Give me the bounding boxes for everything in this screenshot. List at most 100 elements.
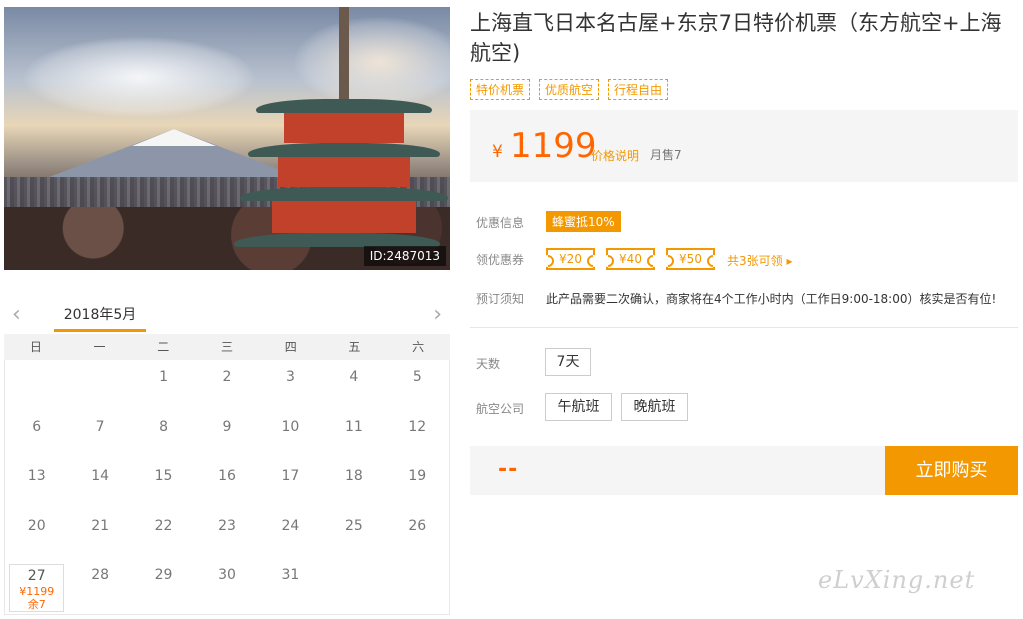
calendar-day-remaining: 余7 [27,598,46,611]
tag: 优质航空 [539,79,600,100]
calendar-day[interactable]: 31 [259,558,322,614]
calendar-day-number: 11 [344,418,363,435]
cloud [24,37,254,117]
pagoda-roof [256,99,432,113]
pagoda-tier [278,157,410,187]
calendar-day[interactable]: 14 [68,459,131,509]
calendar-day-number: 8 [159,418,169,435]
buy-bar: -- 立即购买 [470,446,1018,495]
calendar-day[interactable]: 13 [5,459,68,509]
calendar-day[interactable]: 7 [68,410,131,460]
pagoda-roof [240,187,448,201]
calendar-day[interactable]: 24 [259,509,322,559]
pagoda-spire [339,7,349,102]
calendar-day[interactable]: 21 [68,509,131,559]
calendar-day[interactable]: 18 [322,459,385,509]
chevron-right-icon[interactable]: › [433,302,442,327]
calendar-day[interactable]: 22 [132,509,195,559]
calendar-day-number: 12 [408,418,427,435]
days-option-7[interactable]: 7天 [545,348,591,376]
calendar-day-number: 14 [91,468,110,484]
price-explain-link[interactable]: 价格说明 [591,147,639,164]
airline-option-noon[interactable]: 午航班 [545,393,612,421]
calendar-day[interactable]: 2 [195,360,258,410]
weekday: 三 [220,340,233,354]
days-label: 天数 [476,357,501,371]
coupon-40[interactable]: ¥40 [606,248,655,270]
calendar-day-number: 18 [344,468,363,484]
price-currency: ¥ [492,142,503,162]
calendar-day-number: 10 [281,418,300,435]
weekday: 二 [157,340,170,354]
calendar-day[interactable]: 12 [386,410,449,460]
weekday: 四 [284,340,297,354]
calendar-day[interactable]: 5 [386,360,449,410]
pagoda [234,7,448,270]
weekday: 一 [93,340,106,354]
calendar-day-number: 19 [408,468,427,484]
calendar-day[interactable]: 30 [195,558,258,614]
calendar-day-number: 7 [95,418,105,435]
calendar-day[interactable]: 26 [386,509,449,559]
calendar-day-number: 20 [27,517,46,534]
calendar-day[interactable]: 19 [386,459,449,509]
mountain-snow [132,129,216,146]
calendar-day-number: 17 [281,468,300,484]
calendar-day-available[interactable]: 27 ¥1199 余7 [9,564,65,612]
calendar-day[interactable]: 6 [5,410,68,460]
calendar-day-number: 24 [281,517,300,534]
coupon-20[interactable]: ¥20 [546,248,595,270]
calendar-day[interactable]: 20 [5,509,68,559]
calendar-day[interactable]: 1 [132,360,195,410]
coupon-claim-link[interactable]: 共3张可领 ▸ [727,252,792,269]
calendar-day-number: 31 [281,567,300,583]
airline-label: 航空公司 [476,402,525,416]
calendar-grid: 1 2 3 4 5 6 7 8 9 10 11 12 13 14 15 16 17 18 19 20 21 22 23 24 2… [4,360,450,615]
calendar-day-number: 13 [27,468,46,484]
calendar-day-number: 26 [408,517,427,534]
calendar-day[interactable]: 28 [68,558,131,614]
calendar-day[interactable]: 17 [259,459,322,509]
calendar-month-tab[interactable]: 2018年5月 [54,304,146,332]
calendar-day-number: 28 [91,567,110,583]
calendar-day-number: 23 [218,517,236,534]
product-tags: 特价机票 优质航空 行程自由 [470,79,669,100]
discount-label: 优惠信息 [476,216,525,230]
calendar-day-number: 2 [222,369,232,385]
calendar-day-number: 3 [285,369,295,385]
calendar-day-number: 30 [218,567,236,583]
notice-label: 预订须知 [476,292,525,306]
calendar-day[interactable]: 25 [322,509,385,559]
calendar-day[interactable]: 16 [195,459,258,509]
calendar-day[interactable]: 11 [322,410,385,460]
calendar-day[interactable]: 10 [259,410,322,460]
coupon-50[interactable]: ¥50 [666,248,715,270]
calendar-day[interactable]: 4 [322,360,385,410]
total-price: -- [498,457,519,482]
watermark: eLvXing.net [818,566,976,594]
calendar-day-price: ¥1199 [19,585,55,598]
calendar-day-number: 5 [412,369,422,385]
calendar-day-number: 9 [222,418,232,435]
calendar-day-number: 6 [32,418,42,435]
calendar-day[interactable]: 29 [132,558,195,614]
calendar-day[interactable]: 23 [195,509,258,559]
calendar-day[interactable]: 3 [259,360,322,410]
chevron-left-icon[interactable]: ‹ [12,302,21,327]
airline-option-evening[interactable]: 晚航班 [621,393,688,421]
calendar-day[interactable]: 9 [195,410,258,460]
buy-now-button[interactable]: 立即购买 [885,446,1018,495]
calendar-header: ‹ 2018年5月 › [4,296,450,336]
tag: 特价机票 [470,79,531,100]
pagoda-tier [272,201,416,233]
calendar-weekdays: 日 一 二 三 四 五 六 [4,334,450,360]
calendar-day[interactable]: 8 [132,410,195,460]
price-value: 1199 [510,126,597,166]
weekday: 六 [412,340,425,354]
calendar-day-number: 16 [218,468,236,484]
calendar-empty-cell [386,558,449,614]
pagoda-tier [284,113,404,143]
pagoda-roof [248,143,440,157]
calendar-day[interactable]: 15 [132,459,195,509]
divider [470,327,1018,328]
